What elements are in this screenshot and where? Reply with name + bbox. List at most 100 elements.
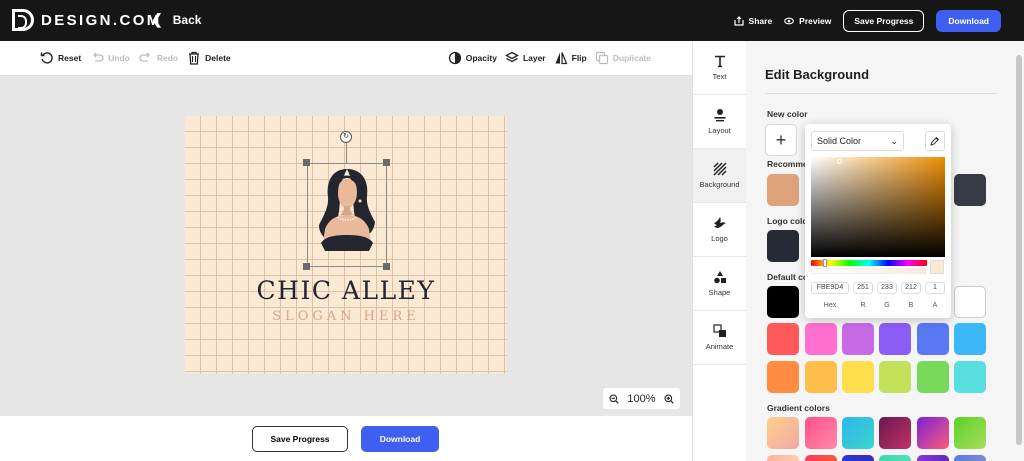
panel-scrollbar[interactable] [1016,55,1022,445]
flip-button[interactable]: Flip [554,51,587,65]
reset-button[interactable]: Reset [40,51,81,65]
undo-icon [93,52,104,62]
brand-name-text[interactable]: CHIC ALLEY [185,276,507,305]
blue-input[interactable]: 212 [901,282,921,294]
swatch-default-violet[interactable] [879,323,911,355]
swatch-gradient-4[interactable] [879,417,911,449]
back-button[interactable]: ❮ Back [151,11,201,28]
swatch-gradient-1[interactable] [767,417,799,449]
swatch-gradient-12[interactable] [954,455,986,461]
zoom-in-icon[interactable] [664,393,674,404]
swatch-gradient-8[interactable] [805,455,837,461]
nav-item-shape[interactable]: Shape [693,257,746,311]
nav-item-text[interactable]: Text [693,41,746,95]
swatch-gradient-11[interactable] [917,455,949,461]
swatch-gradient-10[interactable] [879,455,911,461]
gradient-colors-label: Gradient colors [767,403,830,413]
artboard[interactable]: ↻ CHIC ALLEY SLOGAN HERE [185,116,507,374]
green-input[interactable]: 233 [877,282,897,294]
swatch-default-orange[interactable] [767,361,799,393]
swatch-recommended-6[interactable] [954,174,986,206]
alpha-slider[interactable] [811,268,927,274]
nav-item-background[interactable]: Background [693,149,746,203]
redo-icon [139,52,150,62]
swatch-default-green[interactable] [917,361,949,393]
saturation-cursor[interactable] [837,159,842,164]
animate-icon [712,324,726,337]
opacity-icon [448,51,461,65]
swatch-default-blue[interactable] [917,323,949,355]
eye-icon [784,17,795,25]
blue-label: B [908,302,914,309]
swatch-default-white[interactable] [954,286,986,318]
nav-label-logo: Logo [711,234,728,243]
flip-label: Flip [571,53,587,63]
swatch-default-lime[interactable] [879,361,911,393]
resize-handle-bottom-right[interactable] [383,263,390,270]
hue-slider[interactable] [811,260,927,266]
color-preview [930,260,944,274]
delete-button[interactable]: Delete [187,51,231,65]
download-button[interactable]: Download [936,10,1001,32]
nav-item-animate[interactable]: Animate [693,311,746,365]
preview-button[interactable]: Preview [784,16,831,26]
swatch-default-cyan[interactable] [954,361,986,393]
flip-icon [555,52,568,65]
canvas-workspace: ↻ CHIC ALLEY SLOGAN HERE 100% [0,76,692,416]
swatch-gradient-6[interactable] [954,417,986,449]
delete-label: Delete [205,53,231,63]
swatch-logo-1[interactable] [767,230,799,262]
save-progress-button[interactable]: Save Progress [843,10,925,32]
nav-item-logo[interactable]: Logo [693,203,746,257]
slogan-text[interactable]: SLOGAN HERE [185,309,507,324]
duplicate-button[interactable]: Duplicate [595,51,651,65]
resize-handle-bottom-left[interactable] [303,263,310,270]
logo-colors-label: Logo colo [767,216,808,226]
site-logo[interactable]: DESIGN.COM [12,9,162,31]
add-color-button[interactable]: + [765,124,797,156]
swatch-gradient-9[interactable] [842,455,874,461]
reset-icon [40,52,53,64]
hex-input[interactable]: FBE9D4 [811,282,849,294]
bottom-download-button[interactable]: Download [361,426,439,452]
layer-label: Layer [522,53,546,63]
resize-handle-top-right[interactable] [383,159,390,166]
swatch-gradient-3[interactable] [842,417,874,449]
swatch-gradient-5[interactable] [917,417,949,449]
swatch-gradient-2[interactable] [805,417,837,449]
eyedropper-button[interactable] [925,131,945,151]
zoom-level: 100% [627,392,656,405]
hex-label: Hex [823,302,837,309]
rotate-handle[interactable]: ↻ [340,131,352,143]
redo-button[interactable]: Redo [139,51,178,65]
nav-label-background: Background [699,180,740,189]
bottom-bar: Save Progress Download [0,416,692,461]
swatch-recommended-1[interactable] [767,174,799,206]
swatch-default-red[interactable] [767,323,799,355]
zoom-out-icon[interactable] [609,393,619,404]
alpha-input[interactable]: 1 [925,282,945,294]
hue-slider-thumb[interactable] [823,259,827,267]
swatch-default-yellow[interactable] [842,361,874,393]
share-icon [733,16,744,26]
swatch-gradient-7[interactable] [767,455,799,461]
undo-button[interactable]: Undo [90,51,130,65]
saturation-area[interactable] [811,157,945,257]
color-mode-select[interactable]: Solid Color ⌄ [811,131,904,151]
share-button[interactable]: Share [733,16,772,26]
default-colors-label: Default co [767,272,809,282]
resize-handle-top-left[interactable] [303,159,310,166]
layer-button[interactable]: Layer [505,51,546,65]
swatch-default-amber[interactable] [805,361,837,393]
swatch-default-black[interactable] [767,286,799,318]
swatch-default-orchid[interactable] [842,323,874,355]
swatch-default-pink[interactable] [805,323,837,355]
eyedropper-icon [930,136,940,146]
selection-box [307,163,387,267]
swatch-default-sky[interactable] [954,323,986,355]
redo-label: Redo [156,53,179,63]
bottom-save-progress-button[interactable]: Save Progress [252,426,348,452]
nav-item-layout[interactable]: Layout [693,95,746,149]
red-input[interactable]: 251 [853,282,873,294]
opacity-button[interactable]: Opacity [448,51,497,65]
